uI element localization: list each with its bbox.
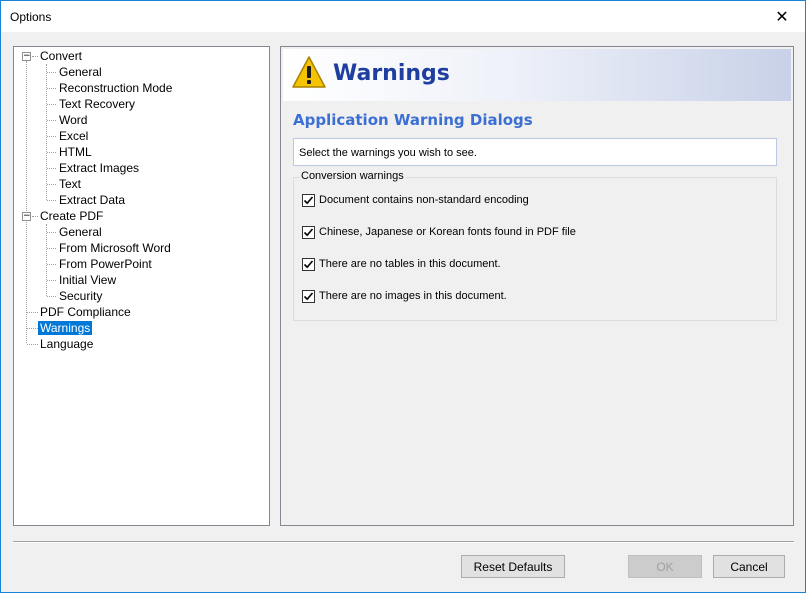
close-button[interactable]: ✕ <box>759 1 805 32</box>
panel-title: Warnings <box>333 61 450 86</box>
tree-item-language[interactable]: Language <box>38 336 95 352</box>
tree-item-text[interactable]: Text <box>57 176 83 192</box>
tree-item-create-pdf[interactable]: Create PDF <box>38 208 105 224</box>
checkbox[interactable] <box>302 225 315 239</box>
warning-triangle-icon <box>292 56 326 88</box>
window-title: Options <box>10 10 52 24</box>
tree-item-create-general[interactable]: General <box>57 224 104 240</box>
section-title: Application Warning Dialogs <box>293 111 533 129</box>
tree-item-reconstruction-mode[interactable]: Reconstruction Mode <box>57 80 174 96</box>
tree-item-security[interactable]: Security <box>57 288 104 304</box>
tree-item-html[interactable]: HTML <box>57 144 94 160</box>
checkmark-icon <box>303 291 314 300</box>
tree-item-excel[interactable]: Excel <box>57 128 90 144</box>
group-label: Conversion warnings <box>299 170 406 182</box>
tree-item-pdf-compliance[interactable]: PDF Compliance <box>38 304 133 320</box>
footer-separator <box>13 541 794 543</box>
checkmark-icon <box>303 227 314 236</box>
ok-button[interactable]: OK <box>628 555 702 578</box>
warning-option-no-tables[interactable]: There are no tables in this document. <box>302 256 501 272</box>
checkbox[interactable] <box>302 257 315 271</box>
instruction-text: Select the warnings you wish to see. <box>299 147 477 159</box>
warning-option-cjk-fonts[interactable]: Chinese, Japanese or Korean fonts found … <box>302 224 576 240</box>
cancel-button[interactable]: Cancel <box>713 555 785 578</box>
tree-item-from-microsoft-word[interactable]: From Microsoft Word <box>57 240 173 256</box>
checkbox[interactable] <box>302 289 315 303</box>
options-tree[interactable]: − Convert General Reconstruction Mode Te… <box>13 46 270 526</box>
reset-defaults-button[interactable]: Reset Defaults <box>461 555 565 578</box>
warning-option-no-images[interactable]: There are no images in this document. <box>302 288 507 304</box>
instruction-box: Select the warnings you wish to see. <box>293 138 777 166</box>
tree-item-convert-general[interactable]: General <box>57 64 104 80</box>
checkbox[interactable] <box>302 193 315 207</box>
tree-item-convert[interactable]: Convert <box>38 48 84 64</box>
tree-item-extract-images[interactable]: Extract Images <box>57 160 141 176</box>
warnings-panel: Warnings Application Warning Dialogs Sel… <box>280 46 794 526</box>
close-icon: ✕ <box>775 8 789 26</box>
title-bar: Options ✕ <box>1 1 805 32</box>
warning-option-encoding[interactable]: Document contains non-standard encoding <box>302 192 529 208</box>
options-dialog: Options ✕ − Convert General Reconstructi… <box>0 0 806 593</box>
panel-banner: Warnings <box>283 49 791 101</box>
checkmark-icon <box>303 259 314 268</box>
tree-item-from-powerpoint[interactable]: From PowerPoint <box>57 256 154 272</box>
tree-item-warnings[interactable]: Warnings <box>38 320 93 336</box>
convert-expander[interactable]: − <box>22 52 31 61</box>
create-pdf-expander[interactable]: − <box>22 212 31 221</box>
checkmark-icon <box>303 195 314 204</box>
tree-item-word[interactable]: Word <box>57 112 89 128</box>
conversion-warnings-group: Conversion warnings Document contains no… <box>293 170 777 321</box>
tree-item-extract-data[interactable]: Extract Data <box>57 192 127 208</box>
tree-item-text-recovery[interactable]: Text Recovery <box>57 96 137 112</box>
tree-item-initial-view[interactable]: Initial View <box>57 272 118 288</box>
